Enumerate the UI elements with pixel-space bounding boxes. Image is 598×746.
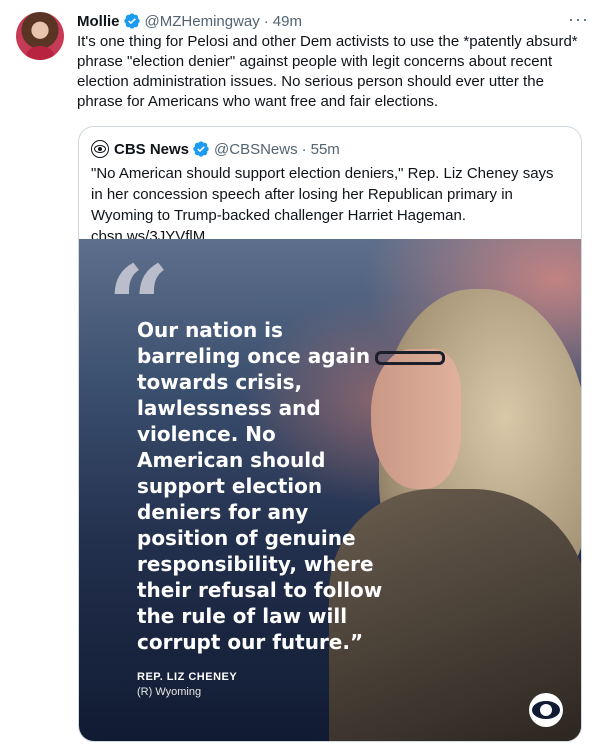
- more-horizontal-icon[interactable]: ···: [568, 10, 589, 28]
- image-attribution-name: REP. LIZ CHENEY: [137, 671, 238, 683]
- quoted-author-handle[interactable]: @CBSNews: [214, 141, 298, 158]
- image-quote-text: Our nation is barreling once again towar…: [137, 318, 383, 654]
- separator-dot: ·: [301, 140, 307, 158]
- tweet-text: It's one thing for Pelosi and other Dem …: [77, 33, 578, 110]
- avatar[interactable]: [16, 12, 64, 60]
- quoted-tweet-text: "No American should support election den…: [91, 165, 554, 245]
- cbs-eye-icon: [529, 693, 563, 727]
- tweet-time[interactable]: 49m: [273, 13, 302, 30]
- quoted-tweet-image[interactable]: “ Our nation is barreling once again tow…: [79, 239, 581, 741]
- cbs-avatar[interactable]: [91, 140, 109, 158]
- quoted-author-name[interactable]: CBS News: [114, 141, 189, 158]
- author-handle[interactable]: @MZHemingway: [145, 13, 260, 30]
- tweet-header: Mollie @MZHemingway · 49m ···: [77, 10, 589, 32]
- verified-badge-icon: [193, 141, 209, 157]
- tweet[interactable]: Mollie @MZHemingway · 49m ··· It's one t…: [0, 0, 598, 746]
- quoted-tweet-header: CBS News @CBSNews · 55m: [79, 127, 581, 159]
- separator-dot: ·: [263, 12, 269, 30]
- verified-badge-icon: [123, 13, 140, 29]
- author-name[interactable]: Mollie: [77, 13, 120, 30]
- image-attribution-party: (R) Wyoming: [137, 686, 202, 698]
- tweet-content: Mollie @MZHemingway · 49m ··· It's one t…: [77, 10, 589, 112]
- quoted-tweet[interactable]: CBS News @CBSNews · 55m "No American sho…: [78, 126, 582, 742]
- quoted-tweet-time[interactable]: 55m: [311, 141, 340, 158]
